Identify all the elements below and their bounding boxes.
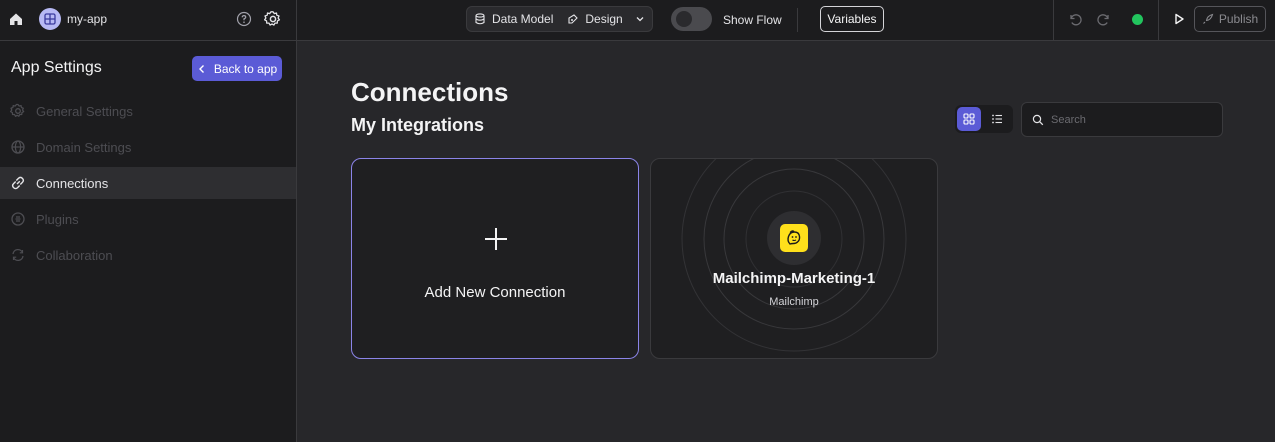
plus-icon [485,228,507,250]
sidebar-item-label: Domain Settings [36,139,132,155]
sidebar-item-label: Plugins [36,211,79,227]
publish-label: Publish [1218,12,1259,26]
sidebar-item-domain-settings[interactable]: Domain Settings [0,131,296,163]
sidebar-item-label: General Settings [36,103,133,119]
back-to-app-label: Back to app [213,61,278,76]
main-content: Connections My Integrations Add New Conn… [297,41,1275,442]
chevron-down-icon[interactable] [634,13,646,25]
app-name[interactable]: my-app [67,12,107,26]
rocket-icon [1202,13,1214,24]
app-header: my-app [0,0,297,40]
chevron-left-icon [198,64,204,73]
divider [1158,0,1159,40]
view-mode-toggle [955,105,1013,133]
connection-card[interactable]: Mailchimp-Marketing-1 Mailchimp [650,158,938,359]
data-model-label: Data Model [492,12,554,26]
database-icon [475,13,485,25]
link-icon [11,176,25,190]
search-input[interactable] [1051,113,1211,126]
sidebar-item-label: Collaboration [36,247,113,263]
divider [797,8,798,32]
sidebar-item-label: Connections [36,175,109,191]
design-button[interactable]: Design [560,7,629,31]
grid-view-button[interactable] [957,107,981,131]
connection-provider: Mailchimp [769,296,819,308]
undo-icon[interactable] [1067,11,1083,27]
back-to-app-button[interactable]: Back to app [192,56,282,81]
redo-icon[interactable] [1096,11,1112,27]
sidebar-item-connections[interactable]: Connections [0,167,296,199]
gear-icon [10,103,25,117]
divider [1053,0,1054,40]
add-connection-label: Add New Connection [424,284,566,301]
top-bar: my-app Data Model Design Show Flow Varia… [0,0,1275,41]
home-icon[interactable] [7,10,25,28]
app-avatar[interactable] [39,8,61,30]
settings-sidebar: App Settings Back to app General Setting… [0,41,297,442]
connection-name: Mailchimp-Marketing-1 [712,270,876,287]
search-box [1021,102,1223,137]
plugin-icon [11,212,25,226]
grid-icon [963,113,975,125]
sidebar-item-general-settings[interactable]: General Settings [0,95,296,127]
gear-icon[interactable] [263,10,282,28]
show-flow-toggle[interactable] [671,7,712,31]
variables-button[interactable]: Variables [820,6,884,32]
status-indicator [1132,14,1143,25]
mailchimp-logo-icon [780,224,808,252]
collaboration-icon [12,248,24,262]
sidebar-item-plugins[interactable]: Plugins [0,203,296,235]
design-icon [568,14,579,24]
section-title: My Integrations [351,115,485,135]
search-icon [1032,114,1044,125]
add-connection-card[interactable]: Add New Connection [351,158,639,359]
play-icon[interactable] [1171,11,1187,27]
connection-logo [767,211,821,265]
sidebar-item-collaboration[interactable]: Collaboration [0,239,296,271]
help-icon[interactable] [236,11,252,27]
mode-switcher: Data Model Design [466,6,653,32]
list-view-button[interactable] [985,107,1009,131]
show-flow-label: Show Flow [723,13,782,27]
page-title: Connections [351,77,509,107]
toggle-knob [676,11,692,27]
design-label: Design [585,12,623,26]
list-icon [992,114,1002,124]
globe-icon [11,140,25,154]
data-model-button[interactable]: Data Model [467,7,560,31]
publish-button[interactable]: Publish [1194,6,1266,32]
sidebar-title: App Settings [11,59,102,76]
